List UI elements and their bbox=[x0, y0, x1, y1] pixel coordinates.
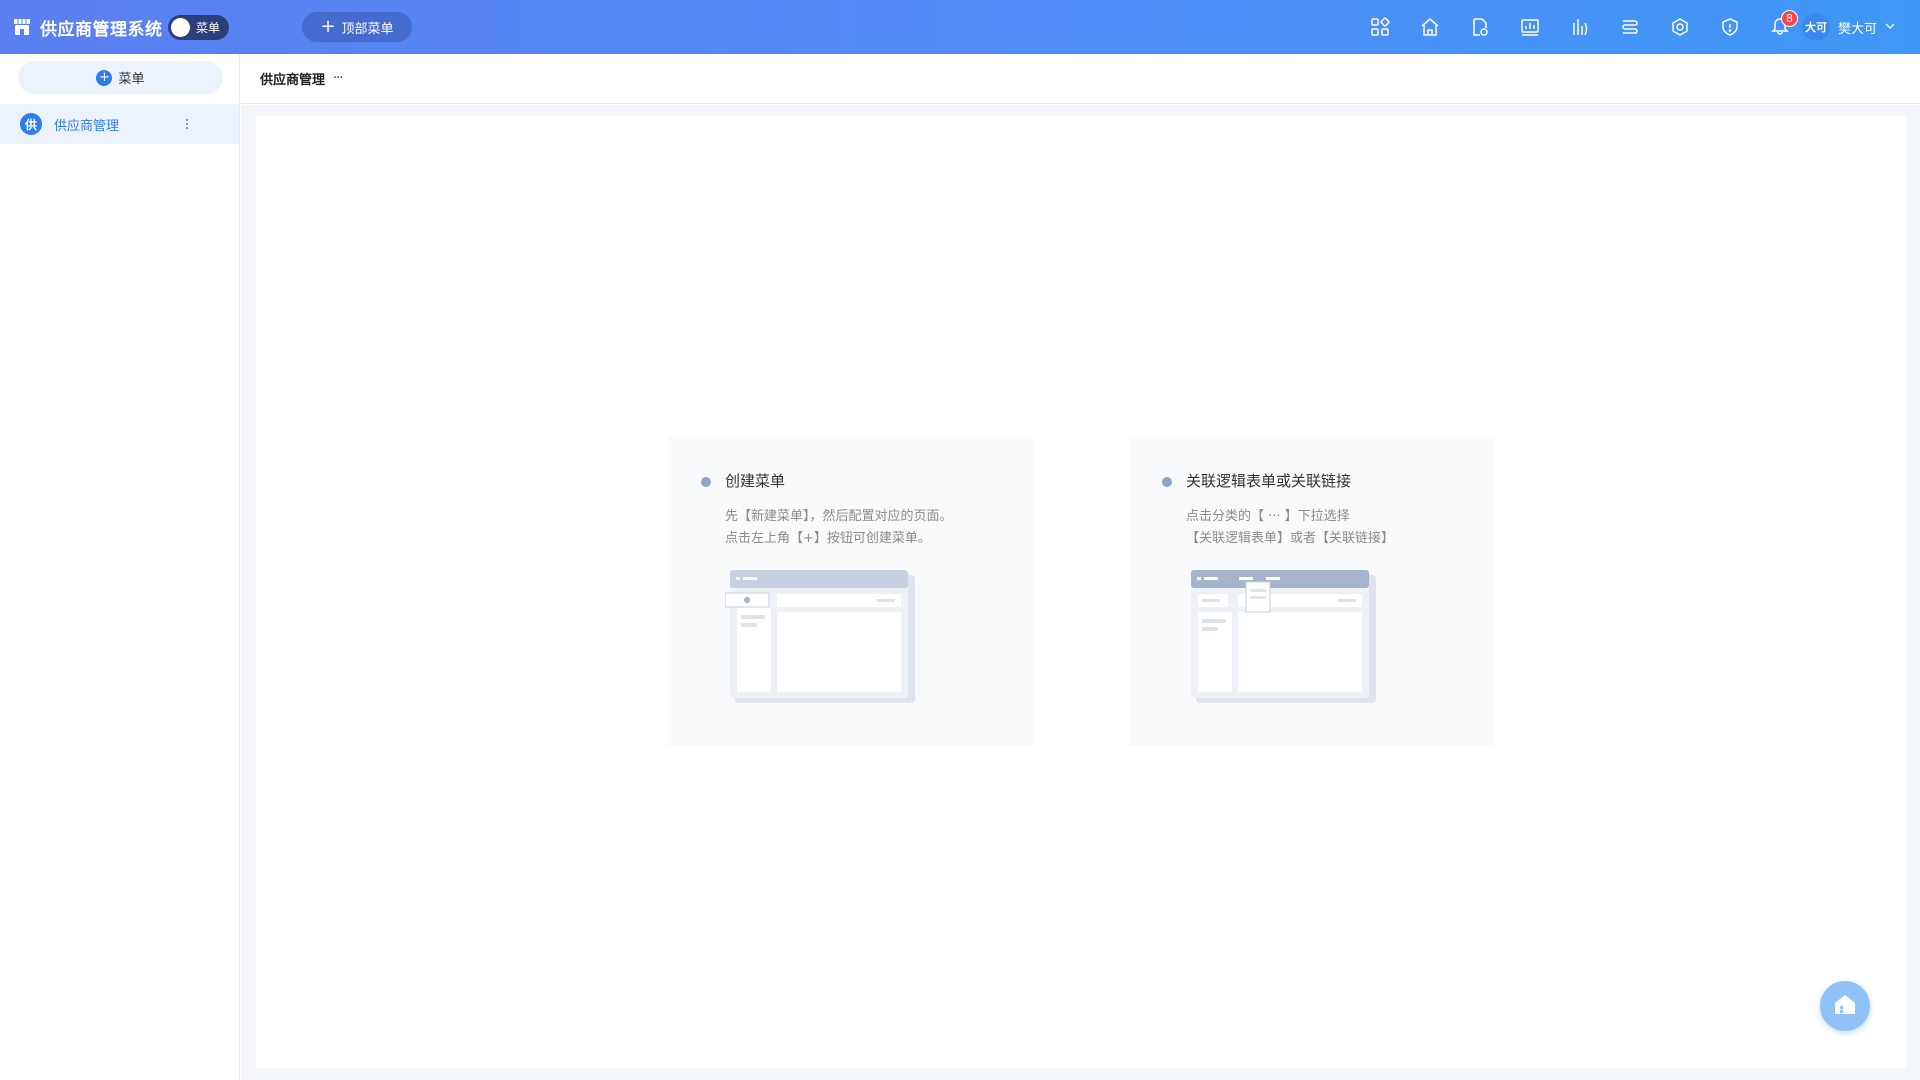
toggle-knob bbox=[171, 18, 190, 37]
app-title: 供应商管理系统 bbox=[40, 19, 163, 40]
notification-badge: 8 bbox=[1781, 10, 1798, 27]
shield-icon[interactable] bbox=[1705, 0, 1755, 54]
page-title: 供应商管理 bbox=[260, 73, 326, 88]
toggle-label: 菜单 bbox=[196, 21, 221, 35]
create-menu-illustration bbox=[725, 570, 915, 703]
sidebar: + 菜单 供 供应商管理 bbox=[0, 54, 240, 1080]
plus-icon: + bbox=[320, 16, 336, 37]
guide-title: 关联逻辑表单或关联链接 bbox=[1186, 472, 1352, 490]
store-icon bbox=[12, 17, 32, 37]
notification-button[interactable]: 8 bbox=[1755, 0, 1805, 54]
plus-circle-icon: + bbox=[96, 69, 113, 86]
avatar: 大可 bbox=[1802, 13, 1830, 41]
user-name: 樊大可 bbox=[1838, 21, 1878, 37]
chart-icon[interactable] bbox=[1555, 0, 1605, 54]
add-top-menu-button[interactable]: + 顶部菜单 bbox=[302, 12, 412, 42]
apps-icon[interactable] bbox=[1355, 0, 1405, 54]
menu-toggle[interactable]: 菜单 bbox=[168, 15, 229, 40]
add-menu-button[interactable]: + 菜单 bbox=[18, 61, 223, 94]
main-header: 供应商管理 ··· bbox=[241, 54, 1920, 104]
chevron-down-icon bbox=[1885, 21, 1895, 34]
sidebar-item-label: 供应商管理 bbox=[54, 118, 120, 134]
guide-description: 先【新建菜单】，然后配置对应的页面。 bbox=[725, 509, 953, 524]
add-menu-label: 菜单 bbox=[118, 72, 145, 87]
network-icon[interactable] bbox=[1655, 0, 1705, 54]
guide-description: 【关联逻辑表单】或者【关联链接】 bbox=[1186, 531, 1395, 546]
guide-description: 点击分类的【 ··· 】下拉选择 bbox=[1186, 509, 1350, 524]
floating-home-button[interactable] bbox=[1820, 981, 1870, 1031]
brand[interactable]: 供应商管理系统 bbox=[12, 0, 163, 54]
link-form-illustration bbox=[1191, 570, 1376, 703]
home-icon[interactable] bbox=[1405, 0, 1455, 54]
user-menu[interactable]: 大可 樊大可 bbox=[1802, 0, 1895, 54]
sidebar-item-supplier-management[interactable]: 供 供应商管理 bbox=[0, 104, 239, 144]
bullet-dot bbox=[701, 477, 711, 487]
more-vertical-icon[interactable] bbox=[183, 104, 191, 144]
file-settings-icon[interactable] bbox=[1455, 0, 1505, 54]
menu-avatar: 供 bbox=[20, 113, 42, 135]
guide-title: 创建菜单 bbox=[725, 472, 786, 490]
guide-card-link-form: 关联逻辑表单或关联链接 点击分类的【 ··· 】下拉选择 【关联逻辑表单】或者【… bbox=[1129, 437, 1494, 746]
bullet-dot bbox=[1162, 477, 1172, 487]
content-panel bbox=[256, 116, 1907, 1068]
add-top-menu-label: 顶部菜单 bbox=[341, 21, 394, 37]
more-options-button[interactable]: ··· bbox=[333, 71, 343, 86]
home-icon bbox=[1832, 992, 1858, 1020]
guide-description: 点击左上角【+】按钮可创建菜单。 bbox=[725, 531, 931, 546]
report-icon[interactable] bbox=[1505, 0, 1555, 54]
top-bar: 供应商管理系统 菜单 + 顶部菜单 8 大可 樊大可 bbox=[0, 0, 1920, 54]
guide-card-create-menu: 创建菜单 先【新建菜单】，然后配置对应的页面。 点击左上角【+】按钮可创建菜单。 bbox=[668, 437, 1033, 746]
top-icon-bar: 8 bbox=[1355, 0, 1805, 54]
data-flow-icon[interactable] bbox=[1605, 0, 1655, 54]
